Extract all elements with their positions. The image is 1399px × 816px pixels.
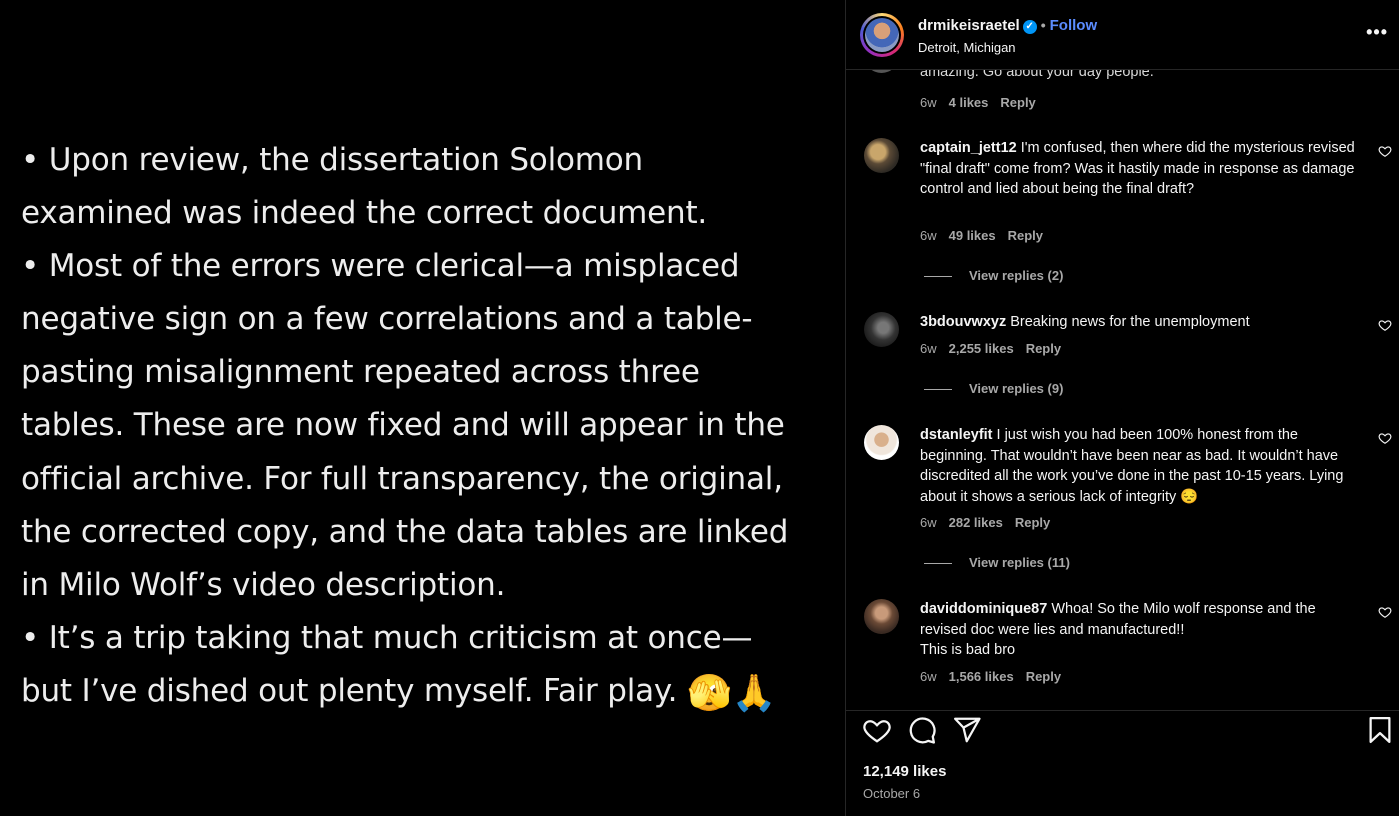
view-replies-button[interactable]: View replies (11) — [924, 555, 1070, 570]
view-replies-line — [924, 389, 952, 391]
comment-text-block: 3bdouvwxyz Breaking news for the unemploy… — [920, 312, 1360, 333]
post-actions: 12,149 likes October 6 — [846, 710, 1399, 816]
comment-likes[interactable]: 282 likes — [949, 515, 1003, 530]
comment-username[interactable]: daviddominique87 — [920, 601, 1047, 617]
comment-icon[interactable] — [907, 715, 937, 745]
view-replies-button[interactable]: View replies (2) — [924, 268, 1063, 283]
view-replies-line — [924, 276, 952, 278]
view-replies-line — [924, 563, 952, 565]
likes-count[interactable]: 12,149 likes — [863, 763, 946, 780]
post-emojis: 🫣🙏 — [686, 672, 777, 714]
comment-time[interactable]: 6w — [920, 515, 937, 530]
comment-avatar[interactable] — [864, 312, 899, 347]
reply-button[interactable]: Reply — [1026, 669, 1061, 684]
comment-time[interactable]: 6w — [920, 341, 937, 356]
comment-text-block: captain_jett12 I'm confused, then where d… — [920, 138, 1360, 200]
comments-panel: drmikeisraetel ✓ • Follow Detroit, Michigan… — [845, 0, 1399, 816]
comment-meta: 6w 1,566 likes Reply — [920, 669, 1073, 684]
comment-meta: 6w 2,255 likes Reply — [920, 341, 1073, 356]
bookmark-icon[interactable] — [1365, 715, 1395, 745]
view-replies-label: View replies (2) — [969, 268, 1064, 283]
comment-meta: 6w 49 likes Reply — [920, 228, 1055, 243]
comment-text-line2: This is bad bro — [920, 642, 1016, 658]
post-paragraph-3-text: • It’s a trip taking that much criticism… — [21, 619, 753, 709]
header-user-line: drmikeisraetel ✓ • Follow — [918, 17, 1097, 34]
reply-button[interactable]: Reply — [1026, 341, 1061, 356]
location-link[interactable]: Detroit, Michigan — [918, 40, 1016, 55]
more-icon[interactable]: ••• — [1366, 22, 1388, 43]
comments-list[interactable]: amazing. Go about your day people. 6w 4 l… — [846, 70, 1399, 710]
comment-avatar[interactable] — [864, 425, 899, 460]
comment-username[interactable]: 3bdouvwxyz — [920, 314, 1006, 330]
comment-like-icon[interactable] — [1378, 431, 1392, 445]
comment-like-icon[interactable] — [1378, 605, 1392, 619]
follow-button[interactable]: Follow — [1050, 17, 1098, 34]
comment-text: Breaking news for the unemployment — [1010, 314, 1250, 330]
comment-likes[interactable]: 4 likes — [949, 95, 989, 110]
comment-likes[interactable]: 2,255 likes — [949, 341, 1014, 356]
comment-time[interactable]: 6w — [920, 95, 937, 110]
avatar-image — [865, 18, 899, 52]
post-date[interactable]: October 6 — [863, 786, 920, 801]
post-paragraph-2: • Most of the errors were clerical—a mis… — [21, 248, 789, 603]
comment-avatar[interactable] — [864, 599, 899, 634]
verified-icon: ✓ — [1022, 20, 1037, 34]
post-paragraph-3: • It’s a trip taking that much criticism… — [21, 612, 801, 720]
post-paragraph-1: • Upon review, the dissertation Solomon … — [21, 142, 708, 232]
separator-dot: • — [1040, 17, 1046, 33]
heart-icon[interactable] — [862, 715, 892, 745]
comment-text: amazing. Go about your day people. — [920, 70, 1154, 80]
comment-avatar[interactable] — [864, 138, 899, 173]
reply-button[interactable]: Reply — [1000, 95, 1035, 110]
comment-avatar[interactable] — [864, 70, 899, 73]
comment-likes[interactable]: 49 likes — [949, 228, 996, 243]
comment-time[interactable]: 6w — [920, 669, 937, 684]
view-replies-button[interactable]: View replies (9) — [924, 381, 1063, 396]
comment-meta: 6w 4 likes Reply — [920, 95, 1048, 110]
comment-like-icon[interactable] — [1378, 144, 1392, 158]
view-replies-label: View replies (11) — [969, 555, 1070, 570]
comment-likes[interactable]: 1,566 likes — [949, 669, 1014, 684]
comment-time[interactable]: 6w — [920, 228, 937, 243]
comment-username[interactable]: dstanleyfit — [920, 427, 993, 443]
comment-meta: 6w 282 likes Reply — [920, 515, 1062, 530]
username-link[interactable]: drmikeisraetel — [918, 17, 1020, 34]
post-text: • Upon review, the dissertation Solomon … — [21, 134, 801, 720]
comment-text-block: dstanleyfit I just wish you had been 100%… — [920, 425, 1360, 507]
comment-like-icon[interactable] — [1378, 318, 1392, 332]
post-header: drmikeisraetel ✓ • Follow Detroit, Michigan… — [846, 0, 1399, 70]
comment-username[interactable]: captain_jett12 — [920, 140, 1017, 156]
avatar[interactable] — [860, 13, 904, 57]
comment-text-block: daviddominique87 Whoa! So the Milo wolf r… — [920, 599, 1360, 661]
share-icon[interactable] — [952, 715, 982, 745]
post-image: • Upon review, the dissertation Solomon … — [0, 0, 845, 816]
view-replies-label: View replies (9) — [969, 381, 1064, 396]
reply-button[interactable]: Reply — [1015, 515, 1050, 530]
reply-button[interactable]: Reply — [1008, 228, 1043, 243]
